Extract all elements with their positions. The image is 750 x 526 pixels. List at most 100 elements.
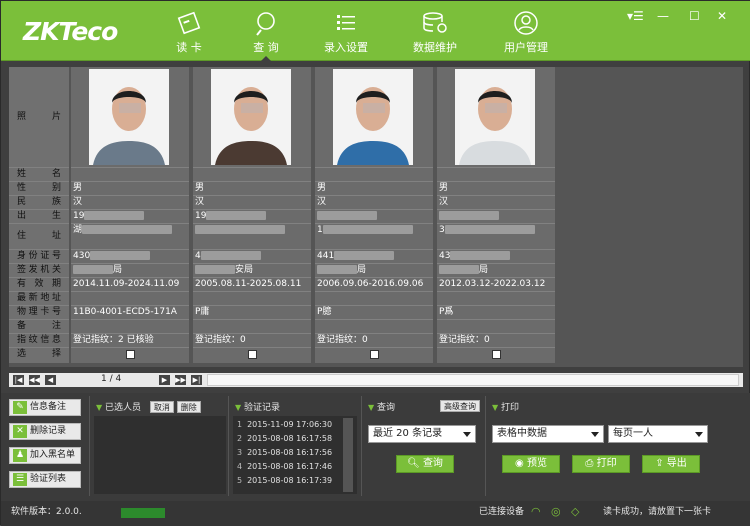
print-button[interactable]: ⎙ 打印 bbox=[572, 455, 630, 473]
connection-text: 已连接设备 bbox=[479, 507, 525, 517]
delete-record-button[interactable]: ✕ 删除记录 bbox=[9, 423, 81, 440]
field-labels: 照 片 姓 名 性 别 民 族 出 生 住 址 身份证号 签发机关 有 效 期 … bbox=[9, 67, 69, 363]
pager-bar: |◀ ◀◀ ◀ 1 / 4 ▶ ▶▶ ▶| bbox=[9, 373, 743, 387]
info-remark-button[interactable]: ✎ 信息备注 bbox=[9, 399, 81, 416]
field-value: 19 bbox=[195, 211, 207, 221]
id-photo bbox=[333, 69, 413, 165]
prev-page-button[interactable]: ◀◀ bbox=[29, 375, 40, 385]
collapse-icon: ▼ bbox=[492, 403, 499, 412]
next-page-button[interactable]: ▶▶ bbox=[175, 375, 186, 385]
per-page-select[interactable]: 每页一人 bbox=[608, 425, 708, 443]
field-value: 441 bbox=[317, 251, 335, 261]
horizontal-scrollbar[interactable] bbox=[207, 374, 739, 386]
select-checkbox[interactable] bbox=[370, 350, 379, 359]
field-cell-card_no: P爲 bbox=[437, 305, 555, 319]
field-value: 1 bbox=[317, 225, 323, 235]
field-cell-fingerprint: 登记指纹：0 bbox=[437, 333, 555, 347]
record-grid: 照 片 姓 名 性 别 民 族 出 生 住 址 身份证号 签发机关 有 效 期 … bbox=[9, 67, 743, 367]
menu-button[interactable]: ▾☰ bbox=[627, 9, 644, 23]
preview-button[interactable]: ◉ 预览 bbox=[502, 455, 560, 473]
button-label: 删除记录 bbox=[30, 426, 67, 436]
field-cell-birth bbox=[315, 209, 433, 223]
last-page-button[interactable]: ▶| bbox=[191, 375, 202, 385]
field-cell-gender: 男 bbox=[315, 181, 433, 195]
nav-read-card[interactable]: 读 卡 bbox=[169, 1, 209, 61]
add-blacklist-button[interactable]: ♟ 加入黑名单 bbox=[9, 447, 81, 464]
row-time: 2015-08-08 16:17:56 bbox=[247, 448, 333, 457]
field-cell-authority: 局 bbox=[315, 263, 433, 277]
delete-icon: ✕ bbox=[13, 425, 27, 438]
query-button[interactable]: 🔍︎ 查询 bbox=[396, 455, 454, 473]
advanced-query-button[interactable]: 高级查询 bbox=[440, 400, 480, 412]
record-range-select[interactable]: 最近 20 条记录 bbox=[368, 425, 476, 443]
field-value: 汉 bbox=[73, 197, 83, 207]
field-value: 3 bbox=[439, 225, 445, 235]
search-icon: 🔍︎ bbox=[407, 458, 423, 469]
field-cell-birth: 19 bbox=[71, 209, 189, 223]
label-photo: 照 片 bbox=[17, 112, 61, 122]
clear-selection-button[interactable]: 取消 bbox=[149, 401, 174, 413]
field-value: 登记指纹：0 bbox=[195, 335, 246, 345]
first-page-button[interactable]: |◀ bbox=[13, 375, 24, 385]
select-cell bbox=[193, 347, 311, 363]
field-cell-nation: 汉 bbox=[437, 195, 555, 209]
wifi-icon: ◠ bbox=[531, 505, 541, 518]
verify-scrollbar[interactable] bbox=[343, 418, 353, 492]
field-cell-card_no: P庸 bbox=[193, 305, 311, 319]
export-button[interactable]: ⇪ 导出 bbox=[642, 455, 700, 473]
select-cell bbox=[315, 347, 433, 363]
row-index: 4 bbox=[237, 462, 243, 471]
redacted-block bbox=[195, 225, 285, 234]
label-authority: 签发机关 bbox=[9, 263, 69, 277]
row-time: 2015-11-09 17:06:30 bbox=[247, 420, 333, 429]
button-label: 加入黑名单 bbox=[30, 450, 76, 460]
back-page-button[interactable]: ◀ bbox=[45, 375, 56, 385]
nav-label: 读 卡 bbox=[176, 41, 202, 54]
nav-data-maintenance[interactable]: 数据维护 bbox=[407, 1, 463, 61]
nav-user-management[interactable]: 用户管理 bbox=[499, 1, 553, 61]
nav-query[interactable]: 查 询 bbox=[243, 1, 289, 62]
selected-title: 已选人员 bbox=[105, 403, 142, 413]
query-panel: ▼ 查询 高级查询 最近 20 条记录 🔍︎ 查询 bbox=[361, 396, 483, 496]
field-cell-validity: 2014.11.09-2024.11.09 bbox=[71, 277, 189, 291]
maximize-button[interactable]: ☐ bbox=[689, 9, 700, 23]
forward-page-button[interactable]: ▶ bbox=[159, 375, 170, 385]
minimize-button[interactable]: — bbox=[657, 9, 669, 23]
verify-list[interactable]: 1 2015-11-09 17:06:30 2 2015-08-08 16:17:58… bbox=[233, 416, 357, 494]
redacted-block bbox=[73, 265, 113, 274]
verify-row[interactable]: 5 2015-08-08 16:17:39 bbox=[237, 474, 353, 488]
field-cell-id: 43 bbox=[437, 249, 555, 263]
field-cell-nation: 汉 bbox=[71, 195, 189, 209]
verify-row[interactable]: 1 2015-11-09 17:06:30 bbox=[237, 418, 353, 432]
close-button[interactable]: ✕ bbox=[717, 9, 727, 23]
nav-entry-settings[interactable]: 录入设置 bbox=[319, 1, 373, 61]
preview-label: 预览 bbox=[526, 458, 547, 469]
query-title: 查询 bbox=[377, 403, 396, 413]
button-label: 验证列表 bbox=[30, 474, 67, 484]
field-cell-validity: 2006.09.06-2016.09.06 bbox=[315, 277, 433, 291]
print-mode-select[interactable]: 表格中数据 bbox=[492, 425, 604, 443]
field-value: 43 bbox=[439, 251, 451, 261]
selected-list[interactable] bbox=[94, 416, 226, 494]
field-cell-birth bbox=[437, 209, 555, 223]
field-cell-id: 441 bbox=[315, 249, 433, 263]
verify-row[interactable]: 4 2015-08-08 16:17:46 bbox=[237, 460, 353, 474]
verify-list-button[interactable]: ☰ 验证列表 bbox=[9, 471, 81, 488]
label-select: 选 择 bbox=[9, 347, 69, 363]
field-value: 男 bbox=[73, 183, 83, 193]
field-cell-authority: 局 bbox=[437, 263, 555, 277]
delete-selection-button[interactable]: 删除 bbox=[176, 401, 201, 413]
field-cell-empty bbox=[315, 167, 433, 181]
verify-row[interactable]: 2 2015-08-08 16:17:58 bbox=[237, 432, 353, 446]
label-fingerprint: 指纹信息 bbox=[9, 333, 69, 347]
field-value: 汉 bbox=[317, 197, 327, 207]
database-gear-icon bbox=[423, 12, 447, 33]
select-checkbox[interactable] bbox=[492, 350, 501, 359]
select-checkbox[interactable] bbox=[126, 350, 135, 359]
field-cell-fingerprint: 登记指纹：0 bbox=[193, 333, 311, 347]
field-cell-gender: 男 bbox=[437, 181, 555, 195]
status-message: 读卡成功，请放置下一张卡 bbox=[603, 507, 712, 517]
collapse-icon: ▼ bbox=[235, 403, 242, 412]
select-checkbox[interactable] bbox=[248, 350, 257, 359]
verify-row[interactable]: 3 2015-08-08 16:17:56 bbox=[237, 446, 353, 460]
